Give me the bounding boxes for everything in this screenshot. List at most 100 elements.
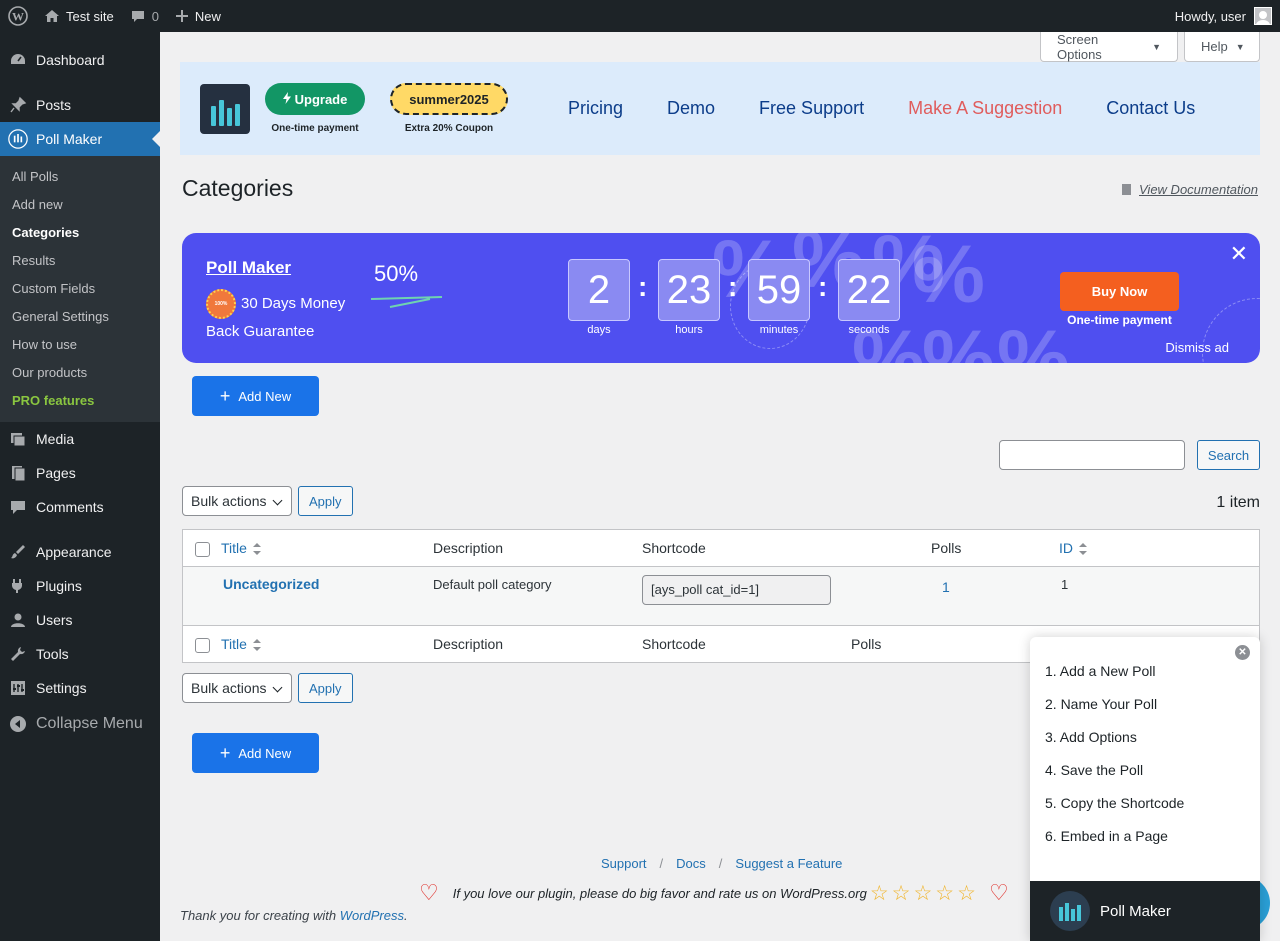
- sidebar-item-plugins[interactable]: Plugins: [0, 569, 160, 603]
- user-icon: [8, 610, 28, 630]
- collapse-menu-button[interactable]: Collapse Menu: [0, 705, 160, 743]
- apply-button-bottom[interactable]: Apply: [298, 673, 353, 703]
- top-nav-links: Pricing Demo Free Support Make A Suggest…: [568, 98, 1195, 119]
- free-support-link[interactable]: Free Support: [759, 98, 864, 119]
- upgrade-button[interactable]: Upgrade: [265, 83, 365, 115]
- docs-link[interactable]: Docs: [676, 856, 706, 871]
- shortcode-field[interactable]: [ays_poll cat_id=1]: [642, 575, 831, 605]
- step-item[interactable]: 2. Name Your Poll: [1045, 696, 1157, 712]
- comments-link[interactable]: 0: [122, 0, 167, 32]
- plug-icon: [8, 576, 28, 596]
- rate-us-line: ♡ If you love our plugin, please do big …: [419, 880, 1009, 906]
- buy-now-button[interactable]: Buy Now: [1060, 272, 1179, 311]
- sidebar-item-appearance[interactable]: Appearance: [0, 535, 160, 569]
- column-shortcode: Shortcode: [642, 636, 706, 652]
- apply-button[interactable]: Apply: [298, 486, 353, 516]
- submenu-all-polls[interactable]: All Polls: [0, 163, 160, 191]
- submenu-custom-fields[interactable]: Custom Fields: [0, 275, 160, 303]
- search-button[interactable]: Search: [1197, 440, 1260, 470]
- countdown-separator: :: [728, 271, 738, 302]
- submenu-categories[interactable]: Categories: [0, 219, 160, 247]
- rating-stars[interactable]: ☆ ☆ ☆ ☆ ☆: [870, 881, 979, 906]
- star-icon[interactable]: ☆: [892, 881, 911, 906]
- column-id[interactable]: ID: [1059, 540, 1087, 556]
- countdown-seconds: 22 seconds: [838, 259, 900, 336]
- column-title[interactable]: Title: [221, 540, 261, 556]
- svg-text:W: W: [12, 10, 24, 24]
- submenu-general-settings[interactable]: General Settings: [0, 303, 160, 331]
- sidebar-item-users[interactable]: Users: [0, 603, 160, 637]
- support-link[interactable]: Support: [601, 856, 647, 871]
- brush-icon: [8, 542, 28, 562]
- caret-down-icon: ▼: [1235, 41, 1245, 52]
- contact-us-link[interactable]: Contact Us: [1106, 98, 1195, 119]
- close-icon[interactable]: ✕: [1230, 241, 1248, 267]
- select-all-checkbox[interactable]: [195, 638, 210, 653]
- sort-icon: [252, 639, 261, 652]
- new-content-link[interactable]: New: [167, 0, 229, 32]
- polls-count-link[interactable]: 1: [942, 579, 950, 595]
- column-polls: Polls: [931, 540, 962, 556]
- heart-icon: ♡: [988, 880, 1009, 905]
- close-icon[interactable]: ✕: [1235, 645, 1250, 660]
- submenu-add-new[interactable]: Add new: [0, 191, 160, 219]
- star-icon[interactable]: ☆: [913, 881, 932, 906]
- star-icon[interactable]: ☆: [870, 881, 889, 906]
- wordpress-link[interactable]: WordPress: [340, 908, 404, 923]
- footer-links: Support / Docs / Suggest a Feature: [601, 856, 843, 871]
- chevron-down-icon: [272, 682, 283, 693]
- star-icon[interactable]: ☆: [957, 881, 976, 906]
- add-new-button-bottom[interactable]: + Add New: [192, 733, 319, 773]
- admin-sidebar: Dashboard Posts Poll Maker All Polls Add…: [0, 32, 160, 941]
- countdown-hours: 23 hours: [658, 259, 720, 336]
- step-item[interactable]: 1. Add a New Poll: [1045, 663, 1156, 679]
- promo-title[interactable]: Poll Maker: [206, 258, 291, 278]
- demo-link[interactable]: Demo: [667, 98, 715, 119]
- sidebar-item-comments[interactable]: Comments: [0, 490, 160, 524]
- category-title-link[interactable]: Uncategorized: [223, 576, 319, 592]
- poll-icon: [8, 129, 28, 149]
- site-name-link[interactable]: Test site: [36, 0, 122, 32]
- suggest-feature-link[interactable]: Suggest a Feature: [735, 856, 842, 871]
- widget-header-bar[interactable]: Poll Maker: [1030, 881, 1260, 941]
- submenu-results[interactable]: Results: [0, 247, 160, 275]
- sidebar-item-tools[interactable]: Tools: [0, 637, 160, 671]
- wordpress-logo-icon[interactable]: W: [0, 0, 36, 32]
- coupon-code[interactable]: summer2025: [390, 83, 508, 115]
- make-suggestion-link[interactable]: Make A Suggestion: [908, 98, 1062, 119]
- step-item[interactable]: 3. Add Options: [1045, 729, 1137, 745]
- pricing-link[interactable]: Pricing: [568, 98, 623, 119]
- help-button[interactable]: Help ▼: [1184, 32, 1260, 62]
- submenu-how-to-use[interactable]: How to use: [0, 331, 160, 359]
- add-new-button[interactable]: + Add New: [192, 376, 319, 416]
- discount-underline: [370, 296, 443, 308]
- column-shortcode: Shortcode: [642, 540, 706, 556]
- poll-maker-logo[interactable]: [200, 83, 250, 134]
- document-icon: [1122, 184, 1131, 195]
- screen-options-button[interactable]: Screen Options ▼: [1040, 32, 1178, 62]
- submenu-pro-features[interactable]: PRO features: [0, 387, 160, 415]
- buy-now-block: Buy Now One-time payment: [1060, 272, 1179, 327]
- star-icon[interactable]: ☆: [935, 881, 954, 906]
- column-title[interactable]: Title: [221, 636, 261, 652]
- account-menu[interactable]: Howdy, user: [1175, 7, 1280, 25]
- submenu-our-products[interactable]: Our products: [0, 359, 160, 387]
- dismiss-ad-link[interactable]: Dismiss ad: [1165, 340, 1229, 355]
- table-row: Uncategorized Default poll category [ays…: [183, 567, 1259, 626]
- settings-icon: [8, 678, 28, 698]
- sidebar-item-posts[interactable]: Posts: [0, 88, 160, 122]
- select-all-checkbox[interactable]: [195, 542, 210, 557]
- step-item[interactable]: 5. Copy the Shortcode: [1045, 795, 1184, 811]
- step-item[interactable]: 4. Save the Poll: [1045, 762, 1143, 778]
- step-item[interactable]: 6. Embed in a Page: [1045, 828, 1168, 844]
- bulk-actions-select[interactable]: Bulk actions: [182, 486, 292, 516]
- view-documentation-link[interactable]: View Documentation: [1122, 182, 1258, 197]
- sidebar-item-poll-maker[interactable]: Poll Maker: [0, 122, 160, 156]
- countdown-minutes: 59 minutes: [748, 259, 810, 336]
- sidebar-item-dashboard[interactable]: Dashboard: [0, 43, 160, 77]
- search-input[interactable]: [999, 440, 1185, 470]
- bulk-actions-select-bottom[interactable]: Bulk actions: [182, 673, 292, 703]
- sidebar-item-media[interactable]: Media: [0, 422, 160, 456]
- sidebar-item-settings[interactable]: Settings: [0, 671, 160, 705]
- sidebar-item-pages[interactable]: Pages: [0, 456, 160, 490]
